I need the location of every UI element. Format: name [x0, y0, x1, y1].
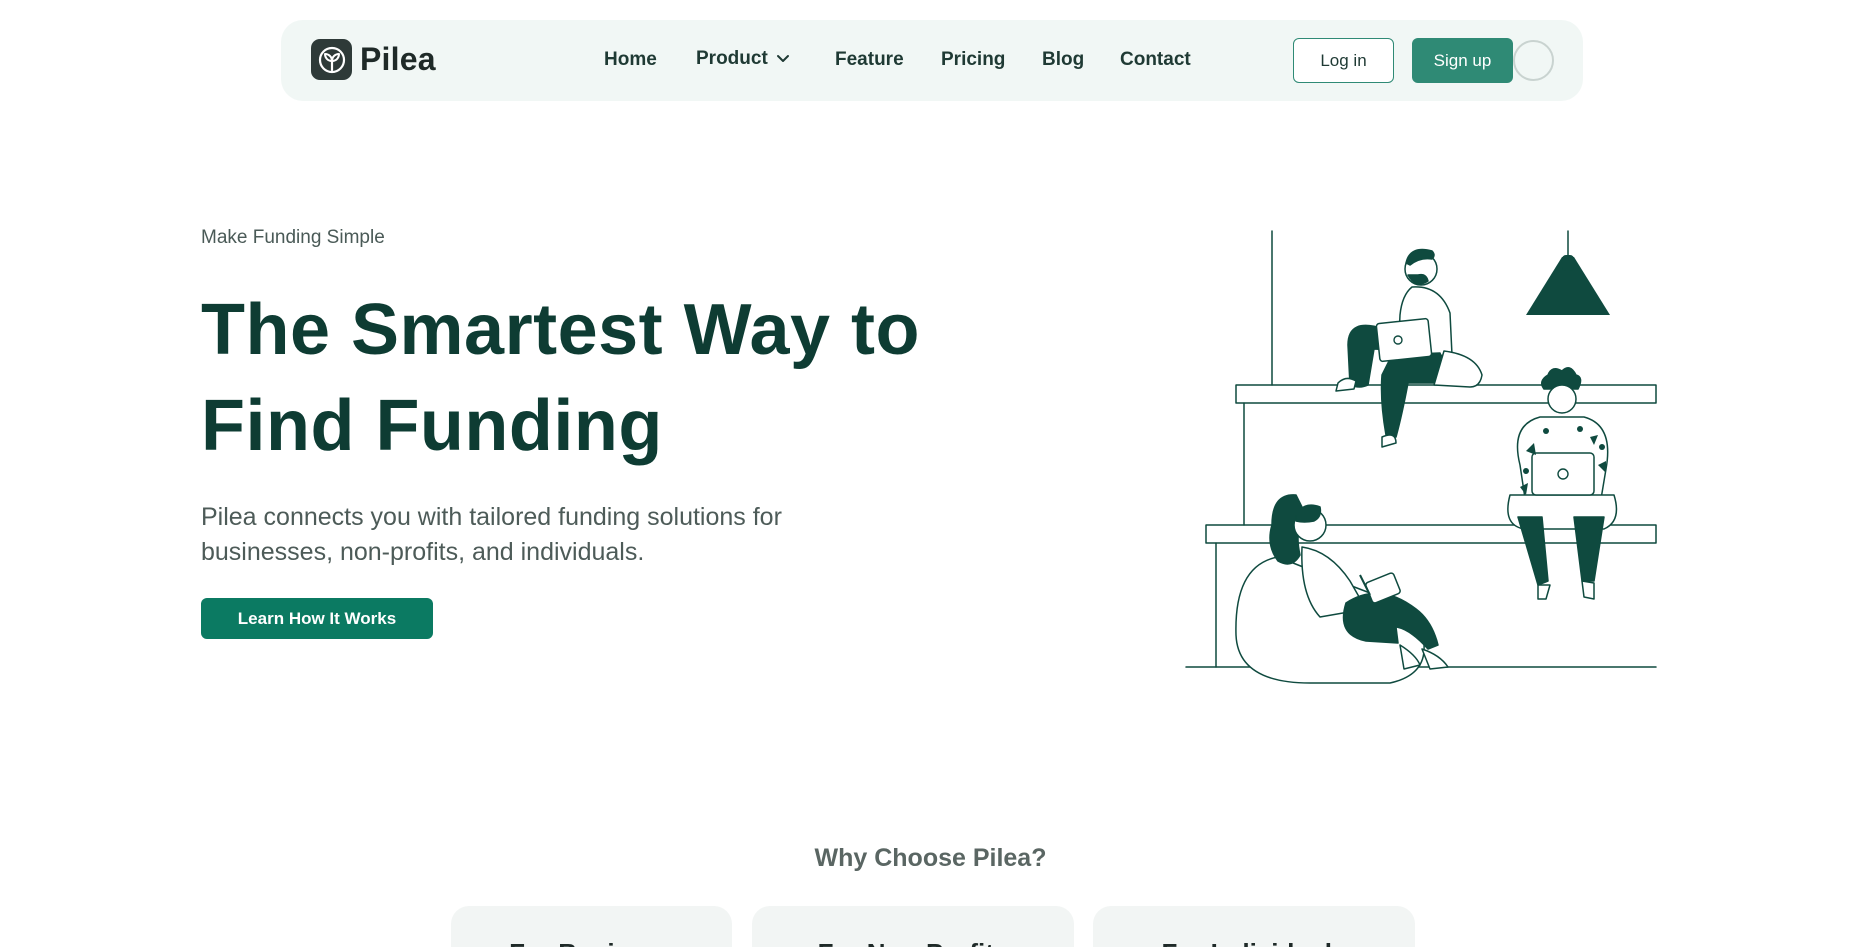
card-title: For Individuals — [1093, 938, 1415, 947]
people-working-on-laptops-illustration — [1185, 230, 1657, 684]
nav-link-product[interactable]: Product — [696, 48, 790, 70]
top-navbar: Pilea Home Product Feature Pricing Blog … — [281, 20, 1583, 101]
hero-title: The Smartest Way to Find Funding — [201, 282, 961, 474]
chevron-down-icon — [776, 55, 789, 62]
nav-link-pricing[interactable]: Pricing — [941, 49, 1005, 71]
hero-title-line-2: Find Funding — [201, 386, 663, 466]
card-for-individuals[interactable]: For Individuals — [1093, 906, 1415, 947]
login-button[interactable]: Log in — [1293, 38, 1394, 83]
learn-how-it-works-button[interactable]: Learn How It Works — [201, 598, 433, 639]
hero-description: Pilea connects you with tailored funding… — [201, 503, 782, 566]
card-title: For Non-Profits — [752, 938, 1074, 947]
card-title: For Business — [451, 938, 732, 947]
nav-link-product-label: Product — [696, 48, 768, 69]
nav-link-feature[interactable]: Feature — [835, 49, 904, 71]
card-for-business[interactable]: For Business — [451, 906, 732, 947]
hero-eyebrow: Make Funding Simple — [201, 227, 385, 248]
why-choose-title: Why Choose Pilea? — [814, 844, 1047, 872]
nav-link-contact[interactable]: Contact — [1120, 49, 1191, 71]
hero-title-line-1: The Smartest Way to — [201, 290, 920, 370]
theme-toggle[interactable] — [1513, 40, 1554, 81]
signup-button[interactable]: Sign up — [1412, 38, 1513, 83]
nav-link-home[interactable]: Home — [604, 49, 657, 71]
card-for-non-profits[interactable]: For Non-Profits — [752, 906, 1074, 947]
nav-link-blog[interactable]: Blog — [1042, 49, 1084, 71]
